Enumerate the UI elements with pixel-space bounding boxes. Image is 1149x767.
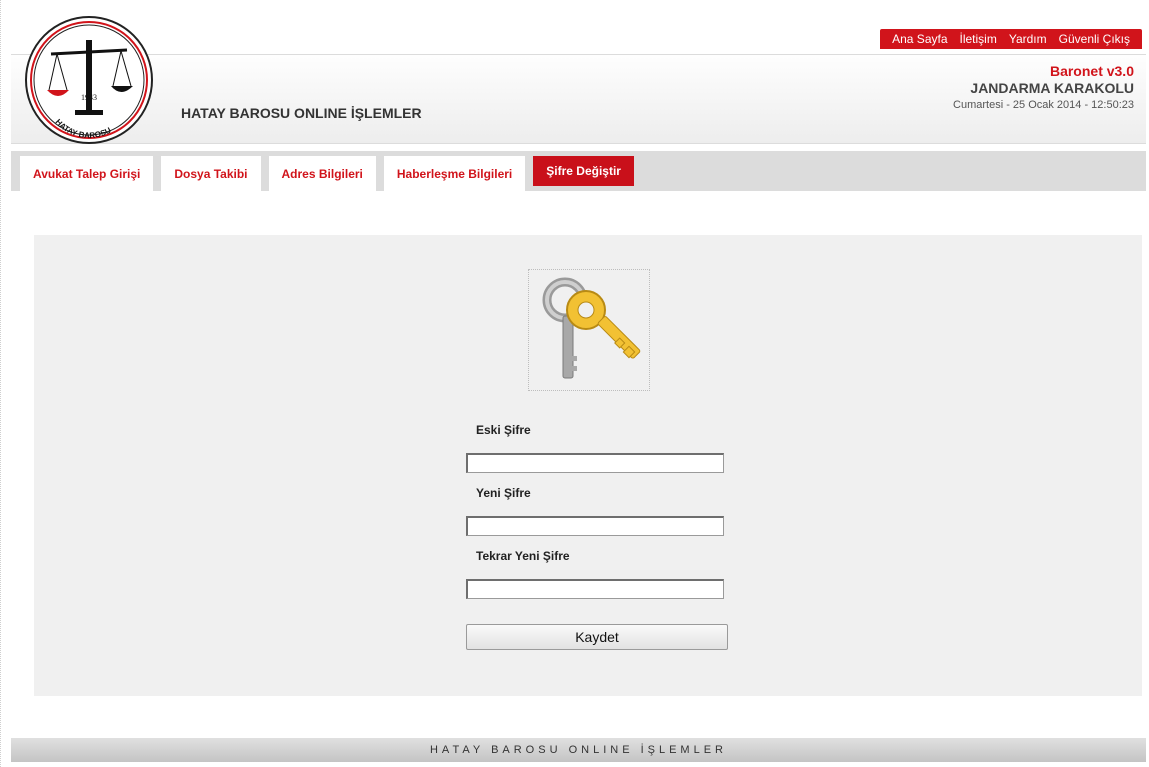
nav-link-logout[interactable]: Güvenli Çıkış xyxy=(1059,32,1130,46)
top-nav: Ana Sayfa İletişim Yardım Güvenli Çıkış xyxy=(880,29,1142,49)
password-form: Eski Şifre Yeni Şifre Tekrar Yeni Şifre … xyxy=(466,423,728,650)
save-button[interactable]: Kaydet xyxy=(466,624,728,650)
header: HATAY BAROSU ONLINE İŞLEMLER Baronet v3.… xyxy=(11,54,1146,144)
old-password-input[interactable] xyxy=(466,453,724,473)
version-label: Baronet v3.0 xyxy=(1049,63,1134,79)
nav-link-contact[interactable]: İletişim xyxy=(960,32,997,46)
nav-link-help[interactable]: Yardım xyxy=(1009,32,1047,46)
user-name: JANDARMA KARAKOLU xyxy=(970,80,1134,96)
repeat-password-label: Tekrar Yeni Şifre xyxy=(476,549,570,563)
change-password-panel: Eski Şifre Yeni Şifre Tekrar Yeni Şifre … xyxy=(34,235,1142,696)
tab-case-tracking[interactable]: Dosya Takibi xyxy=(161,156,261,192)
footer: HATAY BAROSU ONLINE İŞLEMLER xyxy=(11,738,1146,762)
keys-image xyxy=(528,269,650,391)
tab-lawyer-request[interactable]: Avukat Talep Girişi xyxy=(20,156,154,192)
app-title: HATAY BAROSU ONLINE İŞLEMLER xyxy=(181,105,422,121)
tab-address-info[interactable]: Adres Bilgileri xyxy=(268,156,376,192)
new-password-label: Yeni Şifre xyxy=(476,486,531,500)
tab-bar: Avukat Talep Girişi Dosya Takibi Adres B… xyxy=(11,151,1146,192)
repeat-password-input[interactable] xyxy=(466,579,724,599)
logo-year: 1943 xyxy=(81,93,97,102)
nav-link-home[interactable]: Ana Sayfa xyxy=(892,32,947,46)
tab-change-password[interactable]: Şifre Değiştir xyxy=(533,156,634,186)
header-info: Baronet v3.0 JANDARMA KARAKOLU Cumartesi… xyxy=(953,63,1134,111)
page: Ana Sayfa İletişim Yardım Güvenli Çıkış … xyxy=(0,0,1149,767)
tab-communication-info[interactable]: Haberleşme Bilgileri xyxy=(383,156,526,192)
date-time: Cumartesi - 25 Ocak 2014 - 12:50:23 xyxy=(953,99,1134,111)
keys-icon xyxy=(542,277,641,379)
bar-association-logo: 1943 HATAY BAROSU xyxy=(25,16,153,144)
old-password-label: Eski Şifre xyxy=(476,423,531,437)
new-password-input[interactable] xyxy=(466,516,724,536)
